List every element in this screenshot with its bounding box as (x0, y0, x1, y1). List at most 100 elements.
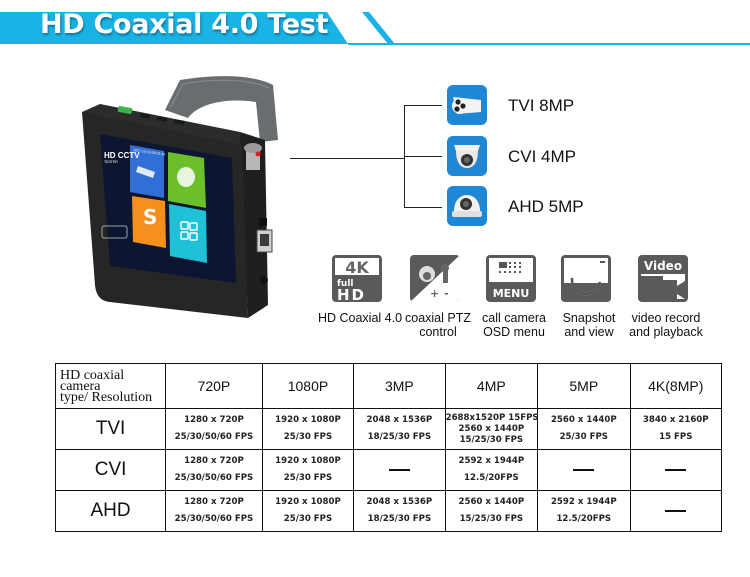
column-header: 3MP (353, 363, 446, 409)
cell-text: 2560 x 1440P (458, 423, 525, 434)
camera-type-ahd: AHD 5MP (447, 186, 597, 226)
table-cell: 2592 x 1944P 12.5/20FPS (444, 449, 539, 491)
table-cell: 1280 x 720P 25/30/50/60 FPS (165, 449, 263, 491)
cell-text: 2048 x 1536P (366, 497, 433, 507)
table-cell (629, 490, 723, 532)
cell-text: 25/30 FPS (283, 473, 333, 483)
bullet-camera-icon (447, 85, 487, 125)
table-cell: 1920 x 1080P 25/30 FPS (261, 490, 355, 532)
cell-text: 25/30 FPS (283, 514, 333, 524)
column-header: 720P (165, 363, 263, 409)
cell-text: 2048 x 1536P (366, 415, 433, 425)
cell-text: 1920 x 1080P (275, 456, 341, 466)
bnc-pin (255, 151, 261, 157)
rj45-port-inner (260, 234, 269, 246)
svg-text:MENU: MENU (493, 287, 530, 300)
corner-header: HD coaxial camera type/ Resolution (54, 363, 167, 409)
table-header-row: HD coaxial camera type/ Resolution 720P 1… (54, 363, 723, 409)
cell-text: 1920 x 1080P (275, 497, 341, 507)
table-cell: 1280 x 720P 25/30/50/60 FPS (165, 408, 263, 450)
table-cell: 1920 x 1080P 25/30 FPS (261, 408, 355, 450)
cell-text: 25/30/50/60 FPS (174, 432, 254, 442)
table-cell: 2560 x 1440P 25/30 FPS (537, 408, 631, 450)
camera-type-label: AHD 5MP (508, 197, 584, 216)
tester-device: S HD CCTV TESTER 2017-10-13 08:21:10 (60, 70, 290, 330)
osd-menu-icon: MENU (486, 255, 536, 302)
cell-text: 18/25/30 FPS (367, 514, 432, 524)
cell-text: 25/30/50/60 FPS (174, 514, 254, 524)
bracket-line-ahd (404, 207, 442, 208)
cell-text: 12.5/20FPS (556, 514, 612, 524)
dome-camera-icon (177, 167, 195, 187)
resolution-table: HD coaxial camera type/ Resolution 720P 1… (54, 363, 723, 532)
dome-camera-icon (447, 186, 487, 226)
cell-text: 2592 x 1944P (458, 456, 525, 466)
cell-text: 2688x1520P 15FPS (445, 412, 539, 423)
table-cell: 2592 x 1944P 12.5/20FPS (537, 490, 631, 532)
cell-text: 1280 x 720P (184, 456, 244, 466)
cell-text: 25/30/50/60 FPS (174, 473, 254, 483)
audio-port (260, 276, 268, 284)
cell-text: 1920 x 1080P (275, 415, 341, 425)
bnc-connector-top (244, 143, 262, 153)
dome-camera-icon (447, 136, 487, 176)
row-header: AHD (54, 490, 167, 532)
cell-text: 15/25/30 FPS (459, 514, 524, 524)
table-cell: 2560 x 1440P 15/25/30 FPS (444, 490, 539, 532)
cell-text: 2560 x 1440P (458, 497, 525, 507)
cell-text: 1280 x 720P (184, 415, 244, 425)
table-row: TVI 1280 x 720P 25/30/50/60 FPS 1920 x 1080… (54, 408, 723, 450)
table-cell (353, 449, 446, 491)
svg-text:-: - (444, 287, 449, 300)
cell-text: 15/25/30 FPS (459, 434, 524, 445)
camera-type-label: CVI 4MP (508, 147, 577, 166)
page-title: HD Coaxial 4.0 Test (40, 9, 329, 40)
column-header: 5MP (537, 363, 631, 409)
table-cell: 1280 x 720P 25/30/50/60 FPS (165, 490, 263, 532)
not-supported-dash (573, 469, 595, 471)
banner-stripe (362, 12, 395, 44)
device-illustration: S (82, 76, 278, 318)
cell-text: 3840 x 2160P (642, 415, 709, 425)
svg-text:+: + (430, 287, 439, 300)
bracket-line-tvi (404, 105, 442, 106)
cell-text: 2592 x 1944P (550, 497, 617, 507)
camera-type-cvi: CVI 4MP (447, 136, 597, 176)
table-cell: 3840 x 2160P 15 FPS (629, 408, 723, 450)
not-supported-dash (665, 469, 687, 471)
table-cell: 2688x1520P 15FPS 2560 x 1440P 15/25/30 FPS (444, 408, 539, 450)
dc-port (259, 218, 267, 226)
camera-type-tvi: TVI 8MP (447, 85, 597, 125)
banner-underline (348, 43, 750, 45)
not-supported-dash (388, 469, 410, 471)
ptz-joystick-icon: + - (410, 255, 460, 302)
not-supported-dash (665, 510, 687, 512)
table-row: CVI 1280 x 720P 25/30/50/60 FPS 1920 x 1080… (54, 449, 723, 491)
s-icon: S (143, 205, 157, 229)
table-cell: 1920 x 1080P 25/30 FPS (261, 449, 355, 491)
table-cell (537, 449, 631, 491)
cell-text: 12.5/20FPS (463, 473, 519, 483)
title-banner: HD Coaxial 4.0 Test (0, 0, 750, 50)
feature-label: HD Coaxial 4.0 (317, 311, 403, 325)
camera-type-label: TVI 8MP (508, 96, 575, 115)
table-cell: 2048 x 1536P 18/25/30 FPS (353, 490, 446, 532)
cell-text: 2560 x 1440P (550, 415, 617, 425)
cell-text: 1280 x 720P (184, 497, 244, 507)
column-header: 1080P (261, 363, 355, 409)
svg-text:4K: 4K (345, 258, 369, 277)
screen-title: HD CCTV (104, 151, 140, 160)
cell-text: 25/30 FPS (283, 432, 333, 442)
cell-text: 15 FPS (659, 432, 693, 442)
column-header: 4K(8MP) (629, 363, 723, 409)
cell-text: 25/30 FPS (559, 432, 608, 442)
table-row: AHD 1280 x 720P 25/30/50/60 FPS 1920 x 1080… (54, 490, 723, 532)
bracket-line-cvi (404, 156, 442, 157)
snapshot-icon (561, 255, 611, 302)
row-header: TVI (54, 408, 167, 450)
svg-text:HD: HD (337, 286, 366, 302)
connector-line (290, 158, 404, 159)
table-cell (629, 449, 723, 491)
cell-text: 18/25/30 FPS (367, 432, 432, 442)
svg-text:Video: Video (644, 259, 682, 273)
